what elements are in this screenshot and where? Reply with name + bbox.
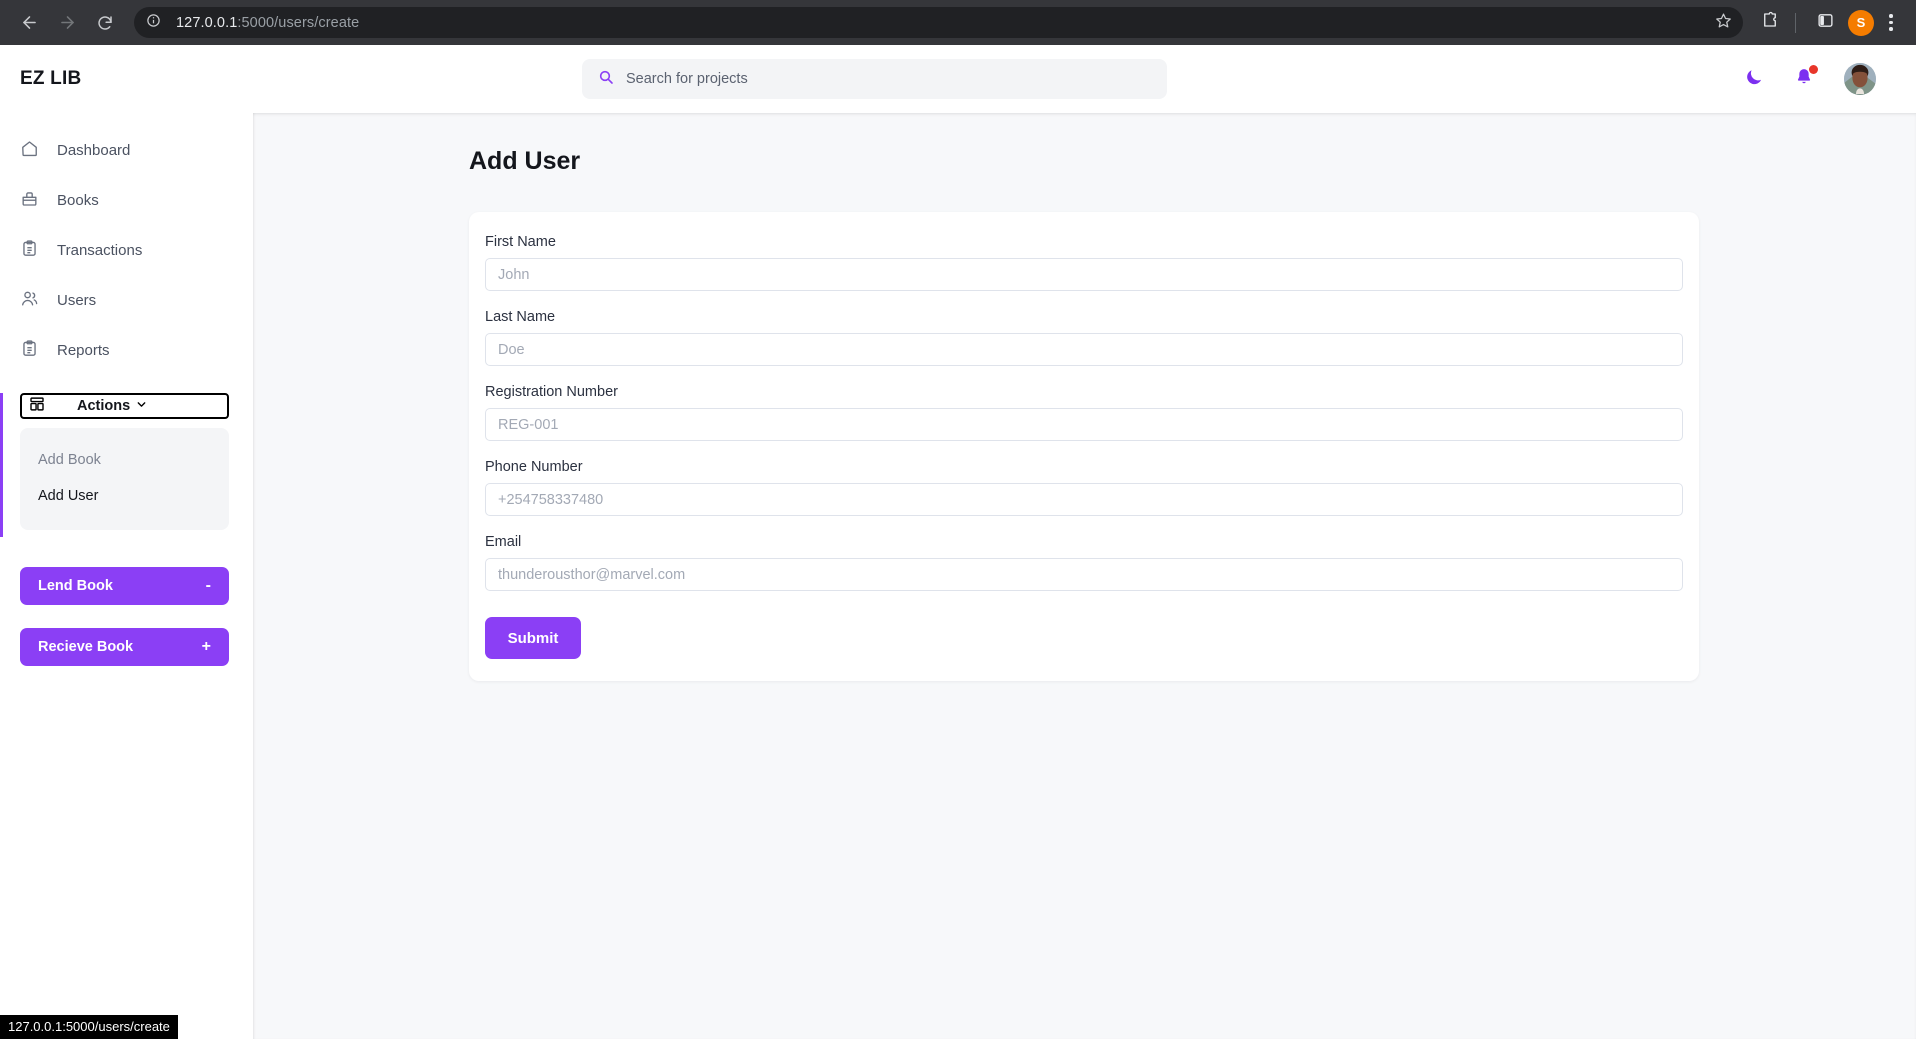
browser-profile-button[interactable]: S (1848, 9, 1874, 36)
side-panel-icon (1817, 12, 1834, 34)
theme-toggle-button[interactable] (1744, 67, 1764, 92)
url-text[interactable]: 127.0.0.1:5000/users/create (176, 15, 1709, 31)
chevron-down-icon (136, 398, 147, 414)
field-registration-number: Registration Number (485, 384, 1683, 455)
actions-button-label: Actions (77, 398, 131, 414)
extensions-button[interactable] (1753, 6, 1787, 40)
header-actions (1496, 63, 1916, 95)
notification-badge (1809, 64, 1818, 74)
field-first-name: First Name (485, 234, 1683, 305)
arrow-left-icon (20, 13, 39, 32)
search-placeholder: Search for projects (626, 71, 748, 87)
field-label: Last Name (485, 309, 556, 325)
menu-item-add-user[interactable]: Add User (20, 478, 229, 514)
sidebar-accent-bar (0, 393, 3, 537)
toolbar-divider (1795, 12, 1796, 33)
app-body: Dashboard Books Transactions Users Repor… (0, 113, 1916, 1039)
three-dot-menu-icon[interactable] (1876, 14, 1906, 31)
briefcase-icon (20, 189, 39, 212)
field-label: Email (485, 534, 522, 550)
url-host: 127.0.0.1 (176, 14, 238, 31)
back-button[interactable] (10, 4, 48, 42)
address-bar[interactable]: 127.0.0.1:5000/users/create (134, 7, 1743, 38)
last-name-input[interactable] (485, 333, 1683, 366)
app-logo[interactable]: EZ LIB (0, 68, 253, 90)
main-content: Add User First Name Last Name Registrati… (253, 113, 1916, 1039)
clipboard-list-icon (20, 339, 39, 362)
layout-grid-icon (29, 396, 45, 417)
sidebar-item-reports[interactable]: Reports (0, 325, 253, 375)
arrow-right-icon (58, 13, 77, 32)
forward-button[interactable] (48, 4, 86, 42)
registration-number-input[interactable] (485, 408, 1683, 441)
status-bar: 127.0.0.1:5000/users/create (0, 1015, 178, 1039)
app-root: EZ LIB Search for projects Dashboard Boo… (0, 45, 1916, 1039)
actions-dropdown-menu: Add Book Add User (20, 428, 229, 530)
notifications-button[interactable] (1794, 64, 1818, 92)
extensions-puzzle-icon (1761, 11, 1779, 34)
site-info-button[interactable] (142, 12, 164, 34)
receive-book-sign: + (201, 638, 211, 655)
field-label: Registration Number (485, 384, 618, 400)
actions-section: Actions Add Book Add User (0, 393, 253, 537)
field-phone-number: Phone Number (485, 459, 1683, 530)
sidebar-item-books[interactable]: Books (0, 175, 253, 225)
search-input[interactable]: Search for projects (582, 59, 1167, 99)
menu-item-add-book[interactable]: Add Book (20, 442, 229, 478)
clipboard-list-icon (20, 239, 39, 262)
sidebar-item-label: Reports (57, 341, 110, 359)
field-email: Email (485, 534, 1683, 605)
sidebar-item-transactions[interactable]: Transactions (0, 225, 253, 275)
moon-icon (1744, 67, 1764, 92)
field-last-name: Last Name (485, 309, 1683, 380)
receive-book-label: Recieve Book (38, 639, 134, 655)
email-input[interactable] (485, 558, 1683, 591)
info-circle-icon (146, 13, 161, 33)
avatar[interactable] (1844, 63, 1876, 95)
bookmark-button[interactable] (1709, 9, 1737, 37)
phone-number-input[interactable] (485, 483, 1683, 516)
side-panel-button[interactable] (1808, 6, 1842, 40)
sidebar: Dashboard Books Transactions Users Repor… (0, 113, 253, 1039)
sidebar-item-label: Transactions (57, 241, 143, 259)
reload-button[interactable] (86, 4, 124, 42)
field-label: First Name (485, 234, 556, 250)
home-icon (20, 139, 39, 162)
actions-button-label-wrap: Actions (77, 398, 147, 414)
actions-dropdown-button[interactable]: Actions (20, 393, 229, 419)
reload-icon (96, 14, 114, 32)
lend-book-sign: - (205, 577, 211, 594)
sidebar-item-label: Books (57, 191, 99, 209)
submit-button[interactable]: Submit (485, 617, 581, 659)
page-title: Add User (469, 147, 581, 175)
field-label: Phone Number (485, 459, 583, 475)
sidebar-item-users[interactable]: Users (0, 275, 253, 325)
url-path: :5000/users/create (237, 14, 360, 31)
sidebar-item-label: Dashboard (57, 141, 131, 159)
receive-book-button[interactable]: Recieve Book + (20, 628, 229, 666)
app-header: EZ LIB Search for projects (0, 45, 1916, 113)
users-icon (20, 289, 39, 312)
lend-book-button[interactable]: Lend Book - (20, 567, 229, 605)
add-user-form-card: First Name Last Name Registration Number… (469, 212, 1699, 681)
search-icon (598, 69, 614, 90)
bookmark-star-icon (1715, 12, 1732, 34)
lend-book-label: Lend Book (38, 578, 113, 594)
sidebar-item-label: Users (57, 291, 97, 309)
sidebar-item-dashboard[interactable]: Dashboard (0, 125, 253, 175)
first-name-input[interactable] (485, 258, 1683, 291)
browser-toolbar: 127.0.0.1:5000/users/create S (0, 0, 1916, 45)
header-search-area: Search for projects (253, 59, 1496, 99)
